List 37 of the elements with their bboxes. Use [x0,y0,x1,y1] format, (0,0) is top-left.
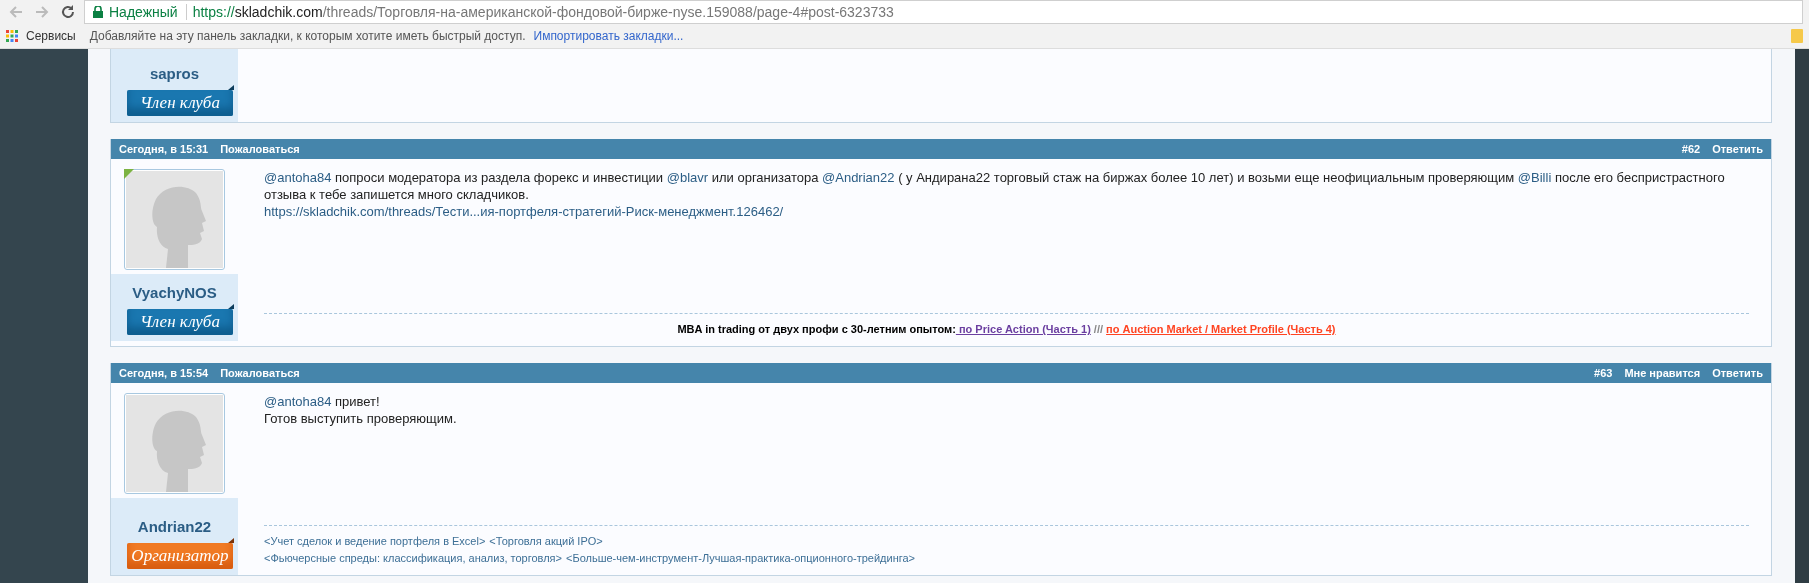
post-action-link[interactable]: Ответить [1712,143,1763,155]
import-bookmarks-link[interactable]: Импортировать закладки... [533,29,684,43]
signature-link[interactable]: по Auction Market / Market Profile (Часть 4) [1106,323,1336,335]
apps-icon[interactable] [6,30,18,42]
lock-icon [93,6,103,18]
thread-link[interactable]: https://skladchik.com/threads/Тести...ия-портфеля-стратегий-Риск-менеджмент.126462/ [264,204,784,219]
report-link[interactable]: Пожаловаться [220,367,300,379]
signature-link[interactable]: <Учет сделок и ведение портфеля в Excel> [264,535,486,547]
post-action-link[interactable]: Ответить [1712,367,1763,379]
username[interactable]: sapros [149,65,200,82]
post-number[interactable]: #62 [1681,143,1701,155]
mention-link[interactable]: @Billi [1517,170,1552,185]
mention-link[interactable]: @Andrian22 [822,170,895,185]
signature-link[interactable]: по Price Action (Часть 1) [955,323,1091,335]
address-bar[interactable]: Надежный https://skladchik.com/threads/Торговля-на-американской-фондовой-бирже-nyse.159088/page-4#post-6323733 [84,0,1803,24]
signature-text: MBA in trading от двух профи с 30-летним опытом: по Price Action (Часть 1) /// по Auction Market / Market Profile (Часть 4) [676,322,1337,337]
signature-link[interactable]: <Торговля акций IPO> [489,535,603,547]
apps-label[interactable]: Сервисы [26,29,76,43]
message-text: Готов выступить проверяющим. [264,410,458,427]
mention-link[interactable]: @antoha84 [264,394,332,409]
mention-link[interactable]: @antoha84 [264,170,332,185]
mention-link[interactable]: @blavr [666,170,709,185]
signature-link[interactable]: <Больше-чем-инструмент-Лучшая-практика-опционного-трейдинга> [566,552,916,564]
post-date: Сегодня, в 15:31 [119,143,209,155]
post-date: Сегодня, в 15:54 [119,367,209,379]
message-text: @antoha84 попроси модератора из раздела форекс и инвестиции @blavr или организатора @Andrian22 ( у Андирана22 торговый стаж на биржах более 10 лет) и возьми еще неофициальным проверяющим @Billi после его беспристрастного отзыва к тебе запишется много складчиков. [264,169,1726,203]
username[interactable]: VyachyNOS [132,284,217,301]
report-link[interactable]: Пожаловаться [220,143,300,155]
bookmarks-hint: Добавляйте на эту панель закладки, к которым хотите иметь быстрый доступ. [89,29,526,43]
post-number[interactable]: #63 [1594,367,1613,379]
folder-icon[interactable] [1791,29,1803,43]
security-label: Надежный [109,4,187,20]
message-text: @antoha84 привет! [264,393,381,410]
url-text: https://skladchik.com/threads/Торговля-на-американской-фондовой-бирже-nyse.159088/page-4#post-6323733 [192,4,894,20]
post-action-link[interactable]: Мне нравится [1624,367,1701,379]
signature-link[interactable]: <Фьючерсные спреды: классификация, анализ, торговля> [264,552,562,564]
username[interactable]: Andrian22 [137,518,212,535]
